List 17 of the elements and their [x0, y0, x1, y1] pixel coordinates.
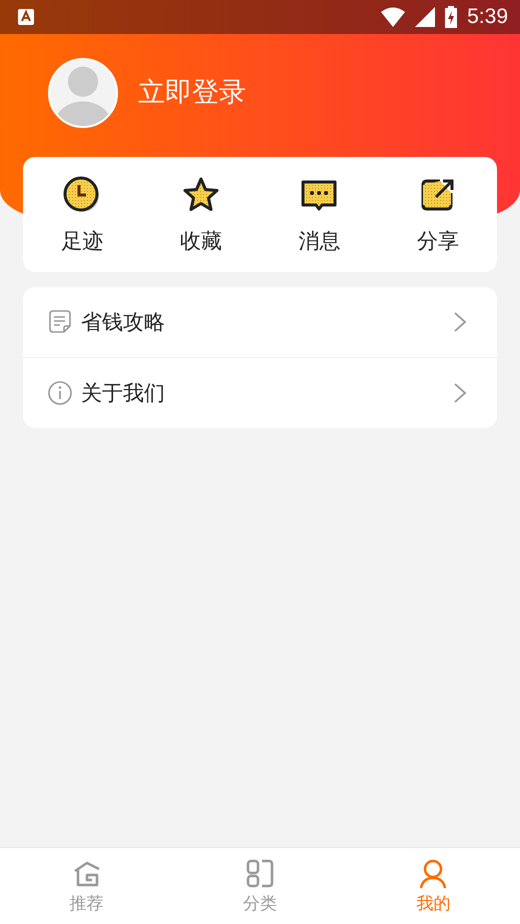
chevron-right-icon [453, 382, 467, 404]
shortcut-label[interactable]: 分享 [416, 227, 459, 255]
document-icon [47, 309, 73, 335]
battery-icon [445, 6, 458, 28]
menu-item[interactable]: 省钱攻略 [23, 287, 497, 357]
shortcut-label[interactable]: 收藏 [180, 227, 222, 255]
menu-item[interactable]: 关于我们 [23, 357, 497, 428]
app-icon [18, 9, 34, 25]
info-icon [47, 380, 73, 406]
menu-label: 省钱攻略 [81, 309, 166, 336]
shortcut-label[interactable]: 消息 [298, 227, 340, 255]
shortcut-label[interactable]: 足迹 [61, 227, 104, 255]
wifi-icon [381, 7, 406, 27]
chevron-right-icon [453, 311, 467, 333]
status-time: 5:39 [467, 5, 508, 29]
menu-label: 关于我们 [81, 380, 166, 407]
signal-icon [415, 7, 436, 27]
